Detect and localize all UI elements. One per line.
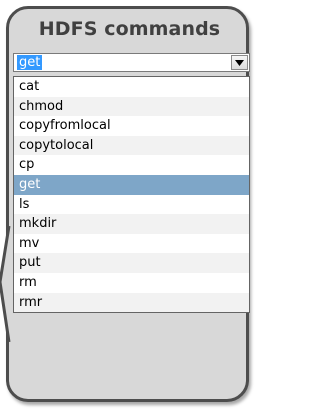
dropdown-option[interactable]: rm [14,273,249,293]
dropdown-option[interactable]: chmod [14,96,249,117]
hdfs-commands-callout: HDFS commands get cat chmod copyfromlocal c… [0,0,259,411]
panel-title: HDFS commands [38,18,221,40]
dropdown-toggle-button[interactable] [231,55,248,70]
command-dropdown-list[interactable]: cat chmod copyfromlocal copytolocal cp get ls m… [13,76,250,314]
dropdown-option[interactable]: copyfromlocal [14,116,249,136]
dropdown-option[interactable]: rmr [14,292,249,313]
dropdown-option[interactable]: mkdir [14,214,249,234]
dropdown-option[interactable]: put [14,253,249,273]
dropdown-option[interactable]: ls [14,195,249,215]
dropdown-option[interactable]: get [14,174,249,195]
dropdown-option[interactable]: cat [14,77,249,97]
command-select-value[interactable]: get [17,55,43,70]
triangle-down-icon [235,59,244,66]
command-select[interactable]: get [13,53,250,72]
dropdown-option[interactable]: mv [14,234,249,254]
dropdown-option[interactable]: copytolocal [14,135,249,156]
dropdown-option[interactable]: cp [14,155,249,175]
